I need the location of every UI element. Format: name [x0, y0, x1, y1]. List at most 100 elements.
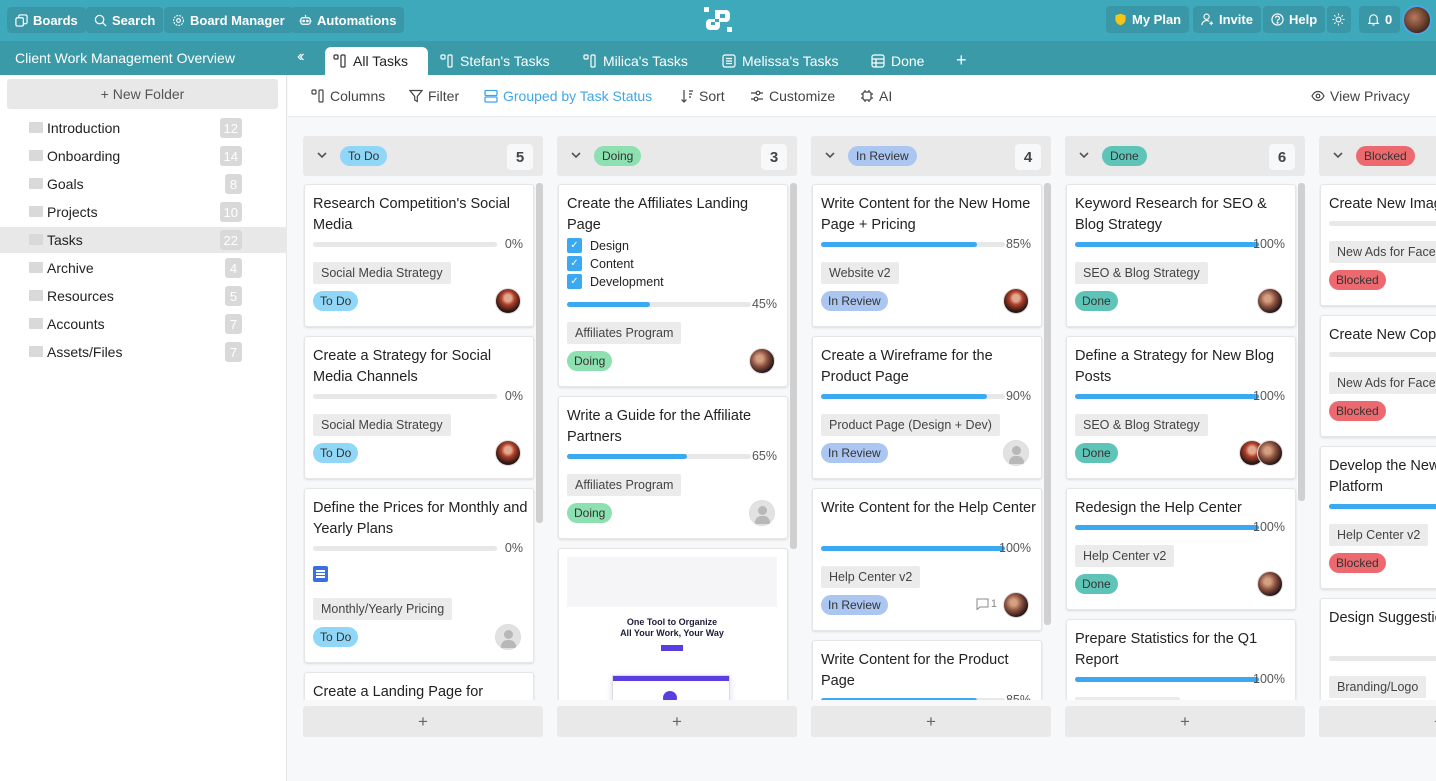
- column-scrollbar[interactable]: [790, 183, 797, 549]
- chevron-down-icon[interactable]: [569, 148, 583, 162]
- status-badge[interactable]: Done: [1075, 291, 1118, 311]
- sidebar-folder-tasks[interactable]: Tasks 22: [0, 227, 287, 253]
- task-card[interactable]: Design Suggestions for the Logo Branding/…: [1320, 598, 1436, 700]
- sidebar-folder-accounts[interactable]: Accounts 7: [0, 311, 287, 337]
- task-card[interactable]: One Tool to Organize All Your Work, Your …: [558, 548, 788, 700]
- sidebar-folder-onboarding[interactable]: Onboarding 14: [0, 143, 287, 169]
- assignee-avatar[interactable]: [1257, 440, 1283, 466]
- status-badge[interactable]: Done: [1075, 443, 1118, 463]
- column-scrollbar[interactable]: [1044, 183, 1051, 625]
- status-badge[interactable]: Blocked: [1329, 553, 1386, 573]
- chevron-down-icon[interactable]: [823, 148, 837, 162]
- assignee-avatar[interactable]: [495, 440, 521, 466]
- status-badge[interactable]: Blocked: [1329, 270, 1386, 290]
- project-tag[interactable]: Social Media Strategy: [313, 262, 451, 284]
- assignee-avatar[interactable]: [1003, 440, 1029, 466]
- column-scrollbar[interactable]: [1298, 183, 1305, 501]
- project-tag[interactable]: Help Center v2: [821, 566, 921, 588]
- filter-button[interactable]: Filter: [409, 88, 459, 104]
- notifications-button[interactable]: 0: [1359, 6, 1401, 33]
- task-card[interactable]: Write Content for the Product Page 85%: [812, 640, 1042, 700]
- sidebar-folder-goals[interactable]: Goals 8: [0, 171, 287, 197]
- checklist-item[interactable]: ✓ Design: [567, 238, 629, 253]
- project-tag[interactable]: Monthly/Yearly Pricing: [313, 598, 453, 620]
- help-button[interactable]: Help: [1263, 6, 1326, 33]
- my-plan-button[interactable]: My Plan: [1106, 6, 1190, 33]
- document-icon[interactable]: [313, 566, 328, 582]
- assignee-avatar[interactable]: [495, 288, 521, 314]
- status-badge[interactable]: In Review: [821, 443, 888, 463]
- boards-button[interactable]: Boards: [7, 7, 86, 33]
- chevron-down-icon[interactable]: [1077, 148, 1091, 162]
- assignee-avatar[interactable]: [495, 624, 521, 650]
- comments-count[interactable]: 1: [976, 598, 997, 610]
- sort-button[interactable]: Sort: [680, 88, 725, 104]
- tab-melissas-tasks[interactable]: Melissa's Tasks: [714, 47, 847, 75]
- status-badge[interactable]: Blocked: [1329, 401, 1386, 421]
- project-tag[interactable]: Product Page (Design + Dev): [821, 414, 1000, 436]
- collapse-sidebar-icon[interactable]: ‹‹: [297, 48, 304, 66]
- assignee-avatar[interactable]: [1257, 288, 1283, 314]
- status-badge[interactable]: In Review: [821, 595, 888, 615]
- automations-button[interactable]: Automations: [291, 7, 405, 33]
- column-scrollbar[interactable]: [536, 183, 543, 523]
- app-logo[interactable]: [704, 7, 734, 33]
- project-tag[interactable]: SEO & Blog Strategy: [1075, 414, 1208, 436]
- task-card[interactable]: Define the Prices for Monthly and Yearly…: [304, 488, 534, 663]
- add-card-button[interactable]: +: [1065, 706, 1305, 737]
- sidebar-folder-resources[interactable]: Resources 5: [0, 283, 287, 309]
- add-card-button[interactable]: +: [557, 706, 797, 737]
- tab-all-tasks[interactable]: All Tasks: [325, 47, 428, 75]
- project-tag[interactable]: Website v2: [821, 262, 899, 284]
- assignee-avatar[interactable]: [749, 500, 775, 526]
- project-tag[interactable]: Branding/Logo: [1329, 676, 1427, 698]
- tab-stefans-tasks[interactable]: Stefan's Tasks: [432, 47, 558, 75]
- status-badge[interactable]: To Do: [313, 443, 359, 463]
- tab-milicas-tasks[interactable]: Milica's Tasks: [575, 47, 696, 75]
- task-card[interactable]: Write Content for the Help Center 100% Hel…: [812, 488, 1042, 631]
- task-card[interactable]: Develop the New Help Center Platform Help…: [1320, 446, 1436, 589]
- project-tag[interactable]: Q1 2021 Report: [1075, 697, 1180, 700]
- status-badge[interactable]: Doing: [567, 503, 613, 523]
- status-badge[interactable]: In Review: [821, 291, 888, 311]
- project-tag[interactable]: SEO & Blog Strategy: [1075, 262, 1208, 284]
- status-badge[interactable]: To Do: [313, 291, 359, 311]
- assignee-avatar[interactable]: [749, 348, 775, 374]
- search-button[interactable]: Search: [86, 7, 164, 33]
- project-tag[interactable]: Social Media Strategy: [313, 414, 451, 436]
- invite-button[interactable]: Invite: [1193, 6, 1261, 33]
- status-badge[interactable]: Doing: [567, 351, 613, 371]
- new-folder-button[interactable]: + New Folder: [7, 79, 278, 109]
- sidebar-folder-projects[interactable]: Projects 10: [0, 199, 287, 225]
- task-card[interactable]: Prepare Statistics for the Q1 Report 100%…: [1066, 619, 1296, 700]
- sidebar-folder-archive[interactable]: Archive 4: [0, 255, 287, 281]
- tab-done[interactable]: Done: [863, 47, 932, 75]
- project-tag[interactable]: Help Center v2: [1329, 524, 1429, 546]
- add-card-button[interactable]: +: [811, 706, 1051, 737]
- task-card[interactable]: Keyword Research for SEO & Blog Strategy…: [1066, 184, 1296, 327]
- add-card-button[interactable]: +: [303, 706, 543, 737]
- task-card[interactable]: Research Competition's Social Media 0% Soc…: [304, 184, 534, 327]
- theme-toggle-button[interactable]: [1327, 6, 1351, 33]
- task-card[interactable]: Create a Wireframe for the Product Page 9…: [812, 336, 1042, 479]
- task-card[interactable]: Write a Guide for the Affiliate Partners…: [558, 396, 788, 539]
- task-card[interactable]: Create a Strategy for Social Media Chann…: [304, 336, 534, 479]
- task-card[interactable]: Write Content for the New Home Page + Pr…: [812, 184, 1042, 327]
- customize-button[interactable]: Customize: [750, 88, 835, 104]
- project-tag[interactable]: Help Center v2: [1075, 545, 1175, 567]
- task-card[interactable]: Create New Copy New Ads for Facebook Block…: [1320, 315, 1436, 437]
- add-card-button[interactable]: +: [1319, 706, 1436, 737]
- status-badge[interactable]: To Do: [313, 627, 359, 647]
- chevron-down-icon[interactable]: [1331, 148, 1345, 162]
- task-card[interactable]: Define a Strategy for New Blog Posts 100%…: [1066, 336, 1296, 479]
- checkbox-checked-icon[interactable]: ✓: [567, 274, 582, 289]
- task-card[interactable]: Create the Affiliates Landing Page ✓ Desig…: [558, 184, 788, 387]
- assignee-avatar[interactable]: [1003, 288, 1029, 314]
- assignee-avatar[interactable]: [1003, 592, 1029, 618]
- user-avatar[interactable]: [1402, 5, 1432, 35]
- checkbox-checked-icon[interactable]: ✓: [567, 256, 582, 271]
- task-card[interactable]: Create a Landing Page for: [304, 672, 534, 700]
- checklist-item[interactable]: ✓ Content: [567, 256, 634, 271]
- ai-button[interactable]: AI: [860, 88, 892, 104]
- status-badge[interactable]: Done: [1075, 574, 1118, 594]
